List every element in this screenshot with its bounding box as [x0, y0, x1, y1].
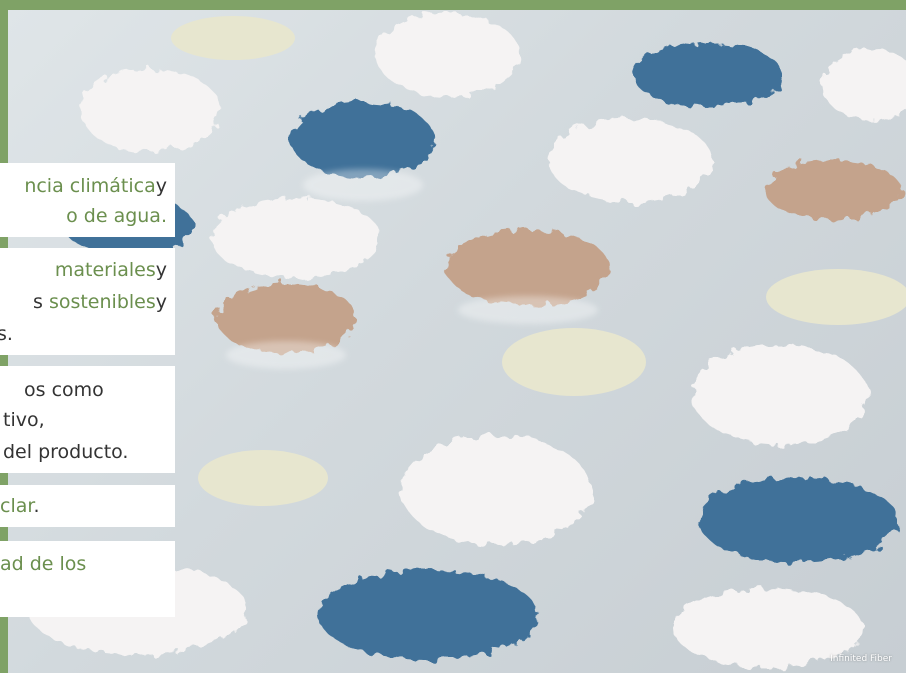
text-segment: .	[33, 495, 40, 517]
text-segment: s	[32, 291, 49, 313]
info-card-3-line-1: os como	[24, 376, 104, 404]
info-card-1-line-1: ncia climáticay	[24, 172, 167, 200]
frame-top-border	[0, 0, 906, 10]
text-segment: clar	[0, 495, 34, 517]
info-card-5: ad de los	[0, 541, 175, 617]
info-card-3: os como tivo, del producto.	[0, 366, 175, 473]
text-segment: o de agua.	[66, 205, 167, 227]
text-segment: y	[155, 259, 167, 281]
text-segment: ad de los	[0, 553, 87, 575]
text-segment: sostenibles	[48, 291, 156, 313]
text-segment: ncia climática	[24, 175, 156, 197]
text-segment: y	[155, 175, 167, 197]
info-card-3-line-2: tivo,	[3, 406, 45, 434]
text-segment: s.	[0, 323, 13, 345]
text-segment: tivo,	[3, 409, 45, 431]
text-segment: y	[155, 291, 167, 313]
info-card-2-line-3: s.	[0, 320, 13, 348]
info-card-4-line-1: clar.	[0, 492, 39, 520]
info-card-2: materialesy s sosteniblesy s.	[0, 248, 175, 355]
text-segment: os como	[24, 379, 104, 401]
info-card-2-line-2: s sosteniblesy	[33, 288, 167, 316]
info-card-2-line-1: materialesy	[55, 256, 167, 284]
info-card-3-line-3: del producto.	[3, 438, 128, 466]
photo-credit: Infinited Fiber	[830, 654, 892, 664]
info-card-1: ncia climáticay o de agua.	[0, 163, 175, 237]
text-segment: del producto.	[3, 441, 129, 463]
info-card-4: clar.	[0, 485, 175, 527]
text-segment: materiales	[54, 259, 156, 281]
info-card-1-line-2: o de agua.	[66, 202, 167, 230]
info-card-5-line-1: ad de los	[0, 550, 86, 578]
